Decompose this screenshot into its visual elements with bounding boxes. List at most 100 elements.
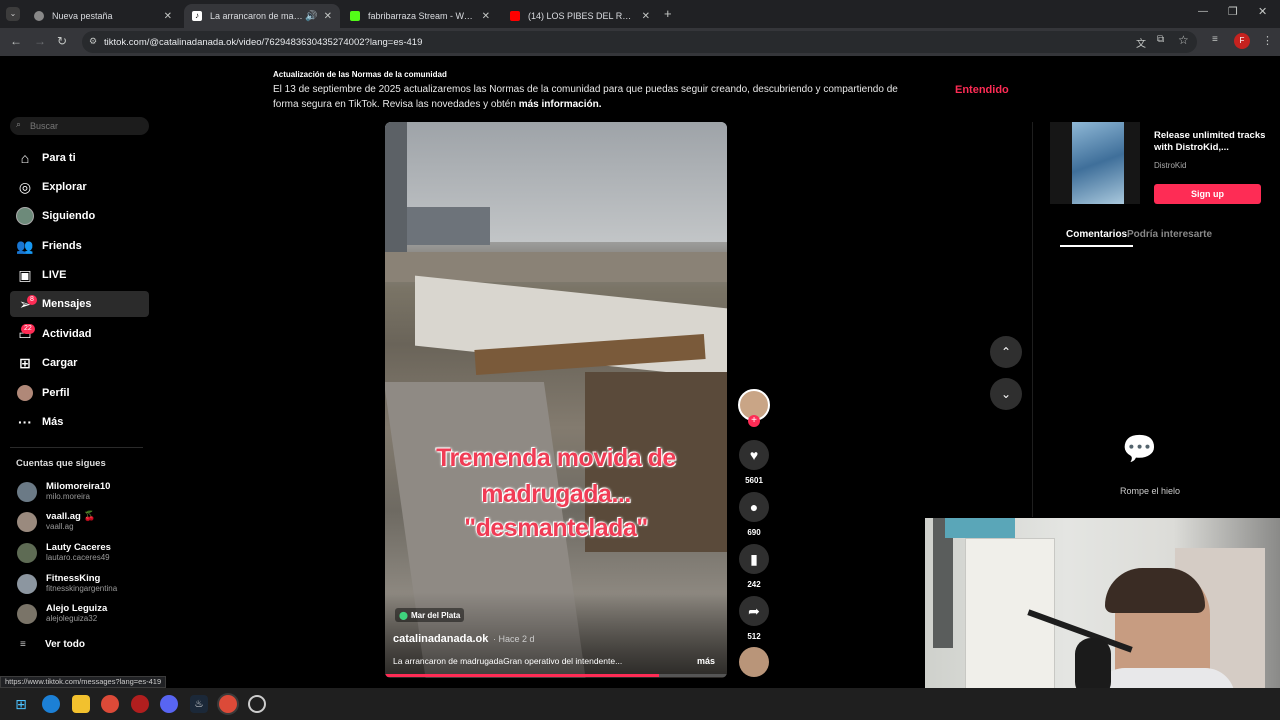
following-item[interactable]: Alejo Leguiza alejoleguiza32	[17, 603, 107, 624]
sidebar-item-mas[interactable]: ··· Más	[10, 409, 149, 435]
minimize-icon[interactable]: —	[1198, 6, 1208, 17]
close-icon[interactable]: ✕	[324, 11, 332, 22]
live-icon: ▣	[18, 266, 32, 283]
new-tab-icon[interactable]: +	[664, 6, 672, 21]
heart-icon[interactable]: ♥	[739, 440, 769, 470]
video-overlay-line: madrugada...	[481, 480, 631, 508]
save-action[interactable]: ▮ 242	[739, 544, 769, 589]
previous-video-button[interactable]: ⌃	[990, 336, 1022, 368]
tab-podria-interesarte[interactable]: Podría interesarte	[1127, 229, 1212, 240]
video-author[interactable]: catalinadanada.ok	[393, 633, 488, 645]
active-tab-indicator	[1060, 245, 1133, 247]
bookmark-icon[interactable]: ▮	[739, 544, 769, 574]
tab-nueva-pestana[interactable]: Nueva pestaña ✕	[26, 4, 180, 28]
tab-comentarios[interactable]: Comentarios	[1066, 229, 1127, 240]
caption-more-button[interactable]: más	[697, 656, 715, 666]
tab-title: (14) LOS PIBES DEL ROJO ARM	[528, 11, 636, 21]
upload-icon: ⊞	[19, 354, 31, 371]
activity-badge: 22	[21, 324, 35, 334]
obs-icon[interactable]	[248, 695, 266, 713]
url-input[interactable]: ⚙ tiktok.com/@catalinadanada.ok/video/76…	[82, 31, 1197, 53]
search-input[interactable]: ⌕ Buscar	[10, 117, 149, 135]
reload-icon[interactable]: ↻	[57, 34, 67, 48]
windows-start-icon[interactable]: ⊞	[12, 695, 30, 713]
tab-kick[interactable]: fabribarraza Stream - Watch Li ✕	[342, 4, 498, 28]
following-name: vaall.ag 🍒	[46, 511, 96, 522]
compass-icon: ◎	[18, 178, 32, 195]
sign-up-button[interactable]: Sign up	[1154, 184, 1261, 204]
tab-title: fabribarraza Stream - Watch Li	[368, 11, 476, 21]
status-url: https://www.tiktok.com/messages?lang=es-…	[0, 676, 167, 688]
tab-youtube[interactable]: (14) LOS PIBES DEL ROJO ARM ✕	[502, 4, 658, 28]
sidebar-item-perfil[interactable]: Perfil	[10, 380, 149, 406]
location-label: Mar del Plata	[410, 610, 461, 620]
sidebar-item-label: Explorar	[42, 181, 87, 193]
ad-image[interactable]	[1072, 122, 1124, 204]
translate-icon[interactable]: 文	[1136, 35, 1146, 50]
close-icon[interactable]: ✕	[164, 11, 172, 22]
share-action[interactable]: ➦ 512	[739, 596, 769, 641]
like-action[interactable]: ♥ 5601	[739, 440, 769, 485]
kick-icon	[350, 11, 360, 21]
avatar	[17, 542, 37, 563]
restore-icon[interactable]: ❐	[1228, 5, 1238, 18]
video-buildings	[400, 207, 490, 245]
profile-avatar[interactable]: F	[1234, 33, 1250, 49]
following-item[interactable]: FitnessKing fitnesskingargentina	[17, 573, 117, 594]
list-icon: ≡	[20, 639, 26, 650]
menu-icon[interactable]: ⋮	[1262, 34, 1273, 47]
close-icon[interactable]: ✕	[642, 11, 650, 22]
sidebar-item-label: Cargar	[42, 357, 78, 369]
site-info-icon[interactable]: ⚙	[89, 36, 97, 47]
sidebar-item-label: Siguiendo	[42, 210, 96, 222]
share-icon[interactable]: ➦	[739, 596, 769, 626]
video-caption: La arrancaron de madrugadaGran operativo…	[393, 656, 623, 666]
more-info-link[interactable]: más información.	[519, 99, 602, 110]
sidebar-item-para-ti[interactable]: ⌂ Para ti	[10, 145, 149, 171]
tab-search-icon[interactable]: ⌄	[6, 7, 20, 21]
following-item[interactable]: Lauty Caceres lautaro.caceres49	[17, 542, 111, 563]
install-icon[interactable]: ⧉	[1157, 34, 1164, 45]
sidebar-item-live[interactable]: ▣ LIVE	[10, 262, 149, 288]
see-all-link[interactable]: Ver todo	[45, 639, 85, 650]
chrome-active-icon[interactable]	[219, 695, 237, 713]
following-name: Milomoreira10	[46, 481, 111, 492]
music-disc-avatar[interactable]	[739, 647, 769, 677]
discord-icon[interactable]	[160, 695, 178, 713]
following-item[interactable]: vaall.ag 🍒 vaall.ag	[17, 511, 95, 532]
comment-action[interactable]: ● 690	[739, 492, 769, 537]
understood-button[interactable]: Entendido	[955, 84, 1009, 96]
follow-plus-icon[interactable]: +	[748, 415, 760, 427]
edge-icon[interactable]	[42, 695, 60, 713]
webcam-item	[945, 518, 1015, 538]
reading-list-icon[interactable]: ≡	[1212, 34, 1218, 45]
speaker-icon[interactable]: 🔊	[305, 11, 317, 22]
video-overlay-line: Tremenda movida de	[436, 444, 676, 472]
chrome-taskbar-icon[interactable]	[101, 695, 119, 713]
sidebar-item-siguiendo[interactable]: Siguiendo	[10, 203, 149, 229]
bookmark-star-icon[interactable]: ☆	[1178, 33, 1189, 47]
sidebar-item-cargar[interactable]: ⊞ Cargar	[10, 350, 149, 376]
location-tag[interactable]: ⬤ Mar del Plata	[395, 608, 465, 622]
file-explorer-icon[interactable]	[72, 695, 90, 713]
forward-icon[interactable]: →	[34, 34, 46, 48]
app-red-icon[interactable]	[131, 695, 149, 713]
following-item[interactable]: Milomoreira10 milo.moreira	[17, 481, 110, 502]
banner-text: El 13 de septiembre de 2025 actualizarem…	[273, 82, 923, 112]
window-close-icon[interactable]: ✕	[1258, 5, 1267, 18]
tab-tiktok[interactable]: ♪ La arrancaron de madrugada 🔊 ✕	[184, 4, 340, 28]
sidebar-item-friends[interactable]: 👥 Friends	[10, 233, 149, 259]
tab-title: La arrancaron de madrugada	[210, 11, 303, 21]
steam-icon[interactable]: ♨	[190, 695, 208, 713]
youtube-icon	[510, 11, 520, 21]
sidebar-item-explorar[interactable]: ◎ Explorar	[10, 174, 149, 200]
video-player[interactable]: Tremenda movida de madrugada... "desmant…	[385, 122, 727, 678]
home-icon: ⌂	[20, 150, 30, 166]
next-video-button[interactable]: ⌄	[990, 378, 1022, 410]
ad-title[interactable]: Release unlimited tracks with DistroKid,…	[1154, 130, 1269, 154]
comment-icon[interactable]: ●	[739, 492, 769, 522]
chevron-up-icon: ⌃	[1000, 345, 1012, 359]
back-icon[interactable]: ←	[10, 34, 22, 48]
close-icon[interactable]: ✕	[482, 11, 490, 22]
ad-image-frame	[1050, 122, 1140, 204]
